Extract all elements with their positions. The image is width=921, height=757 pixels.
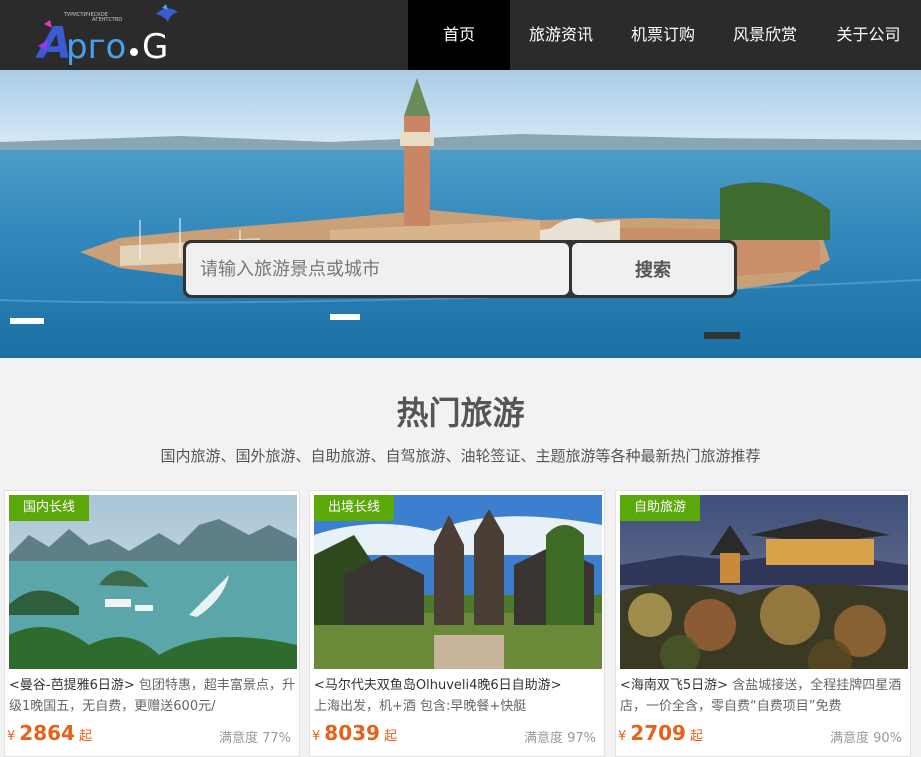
tour-description: <海南双飞5日游> 含盐城接送，全程挂牌四星酒店，一价全含，零自费“自费项目”免… (620, 675, 910, 719)
category-badge: 自助旅游 (620, 495, 701, 521)
tour-name[interactable]: <海南双飞5日游> (620, 678, 728, 693)
tour-price: ¥2864 起 (7, 721, 92, 745)
satisfaction-rating: 满意度 77% (218, 731, 291, 746)
bali-temple-photo[interactable] (314, 495, 602, 669)
venice-island-photo (0, 70, 921, 358)
halong-bay-photo[interactable] (9, 495, 297, 669)
svg-text:G: G (142, 27, 168, 66)
price-unit: 起 (78, 729, 92, 744)
tour-description: <曼谷-芭提雅6日游> 包团特惠，超丰富景点，升级1晚国五，无自费，更赠送600… (9, 675, 299, 719)
nav-item-travel-news[interactable]: 旅游资讯 (510, 0, 612, 70)
svg-text:АГЕНТСТВО: АГЕНТСТВО (92, 17, 122, 23)
currency-symbol: ¥ (7, 729, 16, 744)
currency-symbol: ¥ (312, 729, 321, 744)
search-button[interactable]: 搜索 (572, 243, 734, 295)
company-logo[interactable]: ТУРИСТИЧЕСКОЕ АГЕНТСТВО А рго G (35, 2, 201, 69)
section-title: 热门旅游 (396, 394, 525, 432)
nav-item-scenery[interactable]: 风景欣赏 (714, 0, 816, 70)
temple-night-photo[interactable] (620, 495, 908, 669)
main-nav: 首页 旅游资讯 机票订购 风景欣赏 关于公司 (408, 0, 921, 70)
nav-item-home[interactable]: 首页 (408, 0, 510, 70)
satisfaction-rating: 满意度 90% (829, 731, 902, 746)
nav-item-flight-booking[interactable]: 机票订购 (612, 0, 714, 70)
top-header: ТУРИСТИЧЕСКОЕ АГЕНТСТВО А рго G 首页 旅游资讯 … (0, 0, 921, 70)
price-unit: 起 (383, 729, 397, 744)
tour-name[interactable]: <马尔代夫双鱼岛Olhuveli4晚6日自助游> (314, 678, 562, 693)
tour-detail: 上海出发，机+酒 包含:早晚餐+快艇 (314, 699, 527, 714)
hero-banner: 搜索 (0, 70, 921, 358)
nav-item-about[interactable]: 关于公司 (816, 0, 921, 70)
price-unit: 起 (689, 729, 703, 744)
search-bar: 搜索 (183, 240, 737, 298)
currency-symbol: ¥ (618, 729, 627, 744)
price-value: 2864 (19, 721, 75, 745)
tour-card[interactable]: 出境长线 <马尔代夫双鱼岛Olhuveli4晚6日自助游> 上海出发，机+酒 包… (309, 490, 605, 757)
tour-card[interactable]: 国内长线 <曼谷-芭提雅6日游> 包团特惠，超丰富景点，升级1晚国五，无自费，更… (4, 490, 300, 757)
tour-name[interactable]: <曼谷-芭提雅6日游> (9, 678, 135, 693)
search-input[interactable] (186, 243, 569, 295)
section-subtitle: 国内旅游、国外旅游、自助旅游、自驾旅游、油轮签证、主题旅游等各种最新热门旅游推荐 (160, 447, 761, 465)
svg-text:рго: рго (66, 27, 126, 66)
satisfaction-rating: 满意度 97% (523, 731, 596, 746)
tour-price: ¥8039 起 (312, 721, 397, 745)
tour-card[interactable]: 自助旅游 <海南双飞5日游> 含盐城接送，全程挂牌四星酒店，一价全含，零自费“自… (615, 490, 911, 757)
price-value: 8039 (324, 721, 380, 745)
category-badge: 出境长线 (314, 495, 395, 521)
tour-description: <马尔代夫双鱼岛Olhuveli4晚6日自助游> 上海出发，机+酒 包含:早晚餐… (314, 675, 604, 719)
tour-price: ¥2709 起 (618, 721, 703, 745)
category-badge: 国内长线 (9, 495, 90, 521)
price-value: 2709 (630, 721, 686, 745)
